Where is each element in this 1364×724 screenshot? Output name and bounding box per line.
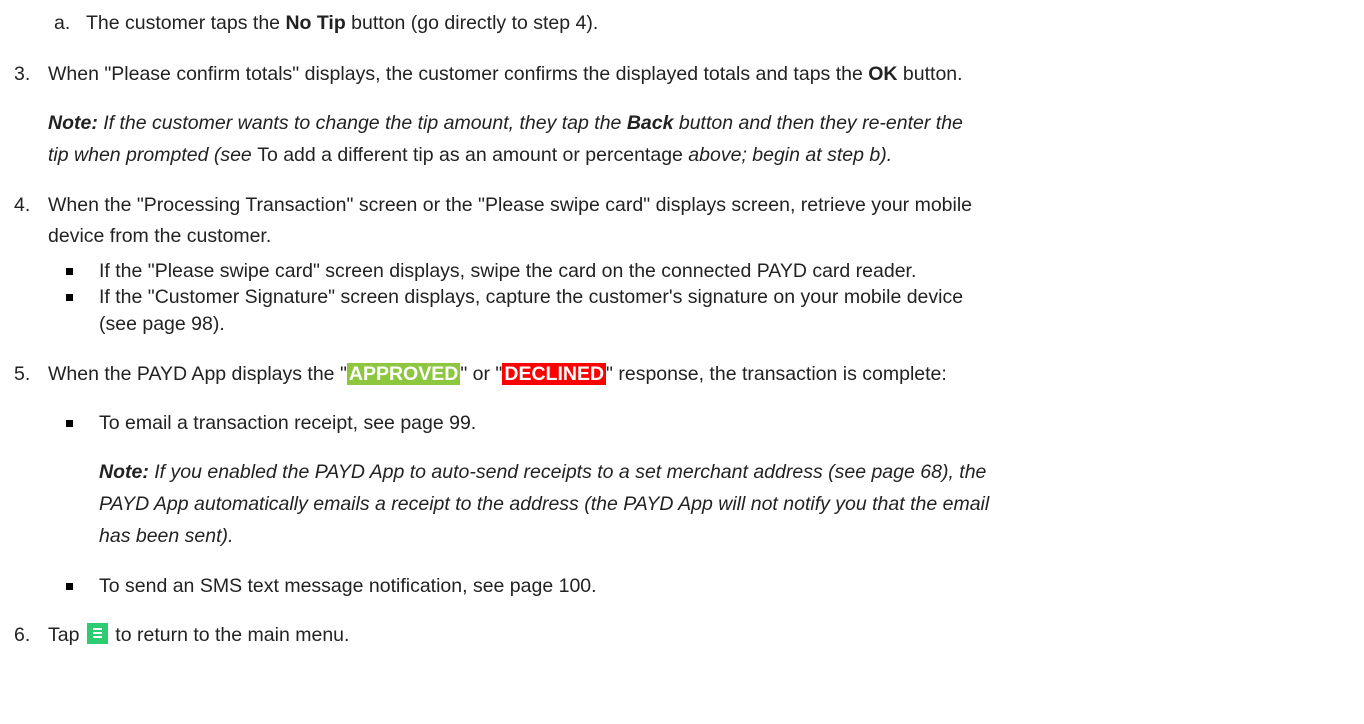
note-2-l2: PAYD App automatically emails a receipt …: [99, 493, 990, 515]
step-3-pre: When "Please confirm totals" displays, t…: [48, 63, 869, 85]
note-2-line-3: has been sent).: [99, 523, 233, 549]
ok-label: OK: [868, 63, 898, 85]
step-4-line-1: When the "Processing Transaction" screen…: [48, 194, 973, 216]
bullet-marker: [66, 294, 73, 301]
bullet-marker: [66, 583, 73, 590]
step-3-marker: 3.: [14, 63, 31, 85]
note-1-l2-c: above; begin at step b).: [682, 144, 893, 166]
note-1-link-text: To add a different tip as an amount or p…: [257, 144, 683, 166]
declined-badge: DECLINED: [502, 363, 607, 385]
back-label: Back: [626, 112, 674, 134]
step-2a-pre: The customer taps the: [86, 12, 286, 34]
step-2a-text: The customer taps the No Tip button (go …: [86, 10, 598, 36]
step-5-mid: " or ": [460, 363, 503, 385]
note-1-line-2: tip when prompted (see To add a differen…: [48, 142, 892, 168]
step-6-post: to return to the main menu.: [115, 624, 350, 646]
bullet-swipe-card: If the "Please swipe card" screen displa…: [99, 260, 917, 282]
note-2-line-2: PAYD App automatically emails a receipt …: [99, 491, 989, 517]
note-1-line-1: Note: If the customer wants to change th…: [48, 110, 963, 136]
note-2-l3: has been sent).: [99, 525, 234, 547]
step-5-pre: When the PAYD App displays the ": [48, 363, 347, 385]
step-6-marker: 6.: [14, 624, 31, 646]
no-tip-label: No Tip: [285, 12, 346, 34]
step-3-post: button.: [897, 63, 963, 85]
note-2-l1: If you enabled the PAYD App to auto-send…: [154, 461, 987, 483]
bullet-signature-line-2: (see page 98).: [99, 313, 225, 335]
step-4-line-2: device from the customer.: [48, 225, 272, 247]
note-2-line-1: Note: If you enabled the PAYD App to aut…: [99, 459, 986, 485]
bullet-email-receipt: To email a transaction receipt, see page…: [99, 412, 477, 434]
note-1-l1-a: If the customer wants to change the tip …: [103, 112, 627, 134]
menu-icon: [86, 623, 108, 644]
note-1-l1-c: button and then they re-enter the: [673, 112, 963, 134]
note-1-l2-a: tip when prompted (see: [48, 144, 258, 166]
step-5-marker: 5.: [14, 363, 31, 385]
bullet-marker: [66, 420, 73, 427]
note-2-label: Note:: [99, 461, 149, 483]
note-1-label: Note:: [48, 112, 98, 134]
bullet-marker: [66, 268, 73, 275]
step-2a-post: button (go directly to step 4).: [345, 12, 599, 34]
step-5-text: When the PAYD App displays the " APPROVED…: [48, 361, 947, 387]
approved-badge: APPROVED: [346, 363, 461, 385]
bullet-sms: To send an SMS text message notification…: [99, 575, 597, 597]
step-5-post: " response, the transaction is complete:: [606, 363, 947, 385]
step-6-text: Tap to return to the main menu.: [48, 622, 349, 648]
document-page: a. The customer taps the No Tip button (…: [0, 0, 1364, 724]
step-6-pre: Tap: [48, 624, 80, 646]
step-3-text: When "Please confirm totals" displays, t…: [48, 61, 963, 87]
step-4-marker: 4.: [14, 194, 31, 216]
bullet-signature-line-1: If the "Customer Signature" screen displ…: [99, 286, 964, 308]
step-2a-marker: a.: [54, 12, 71, 34]
